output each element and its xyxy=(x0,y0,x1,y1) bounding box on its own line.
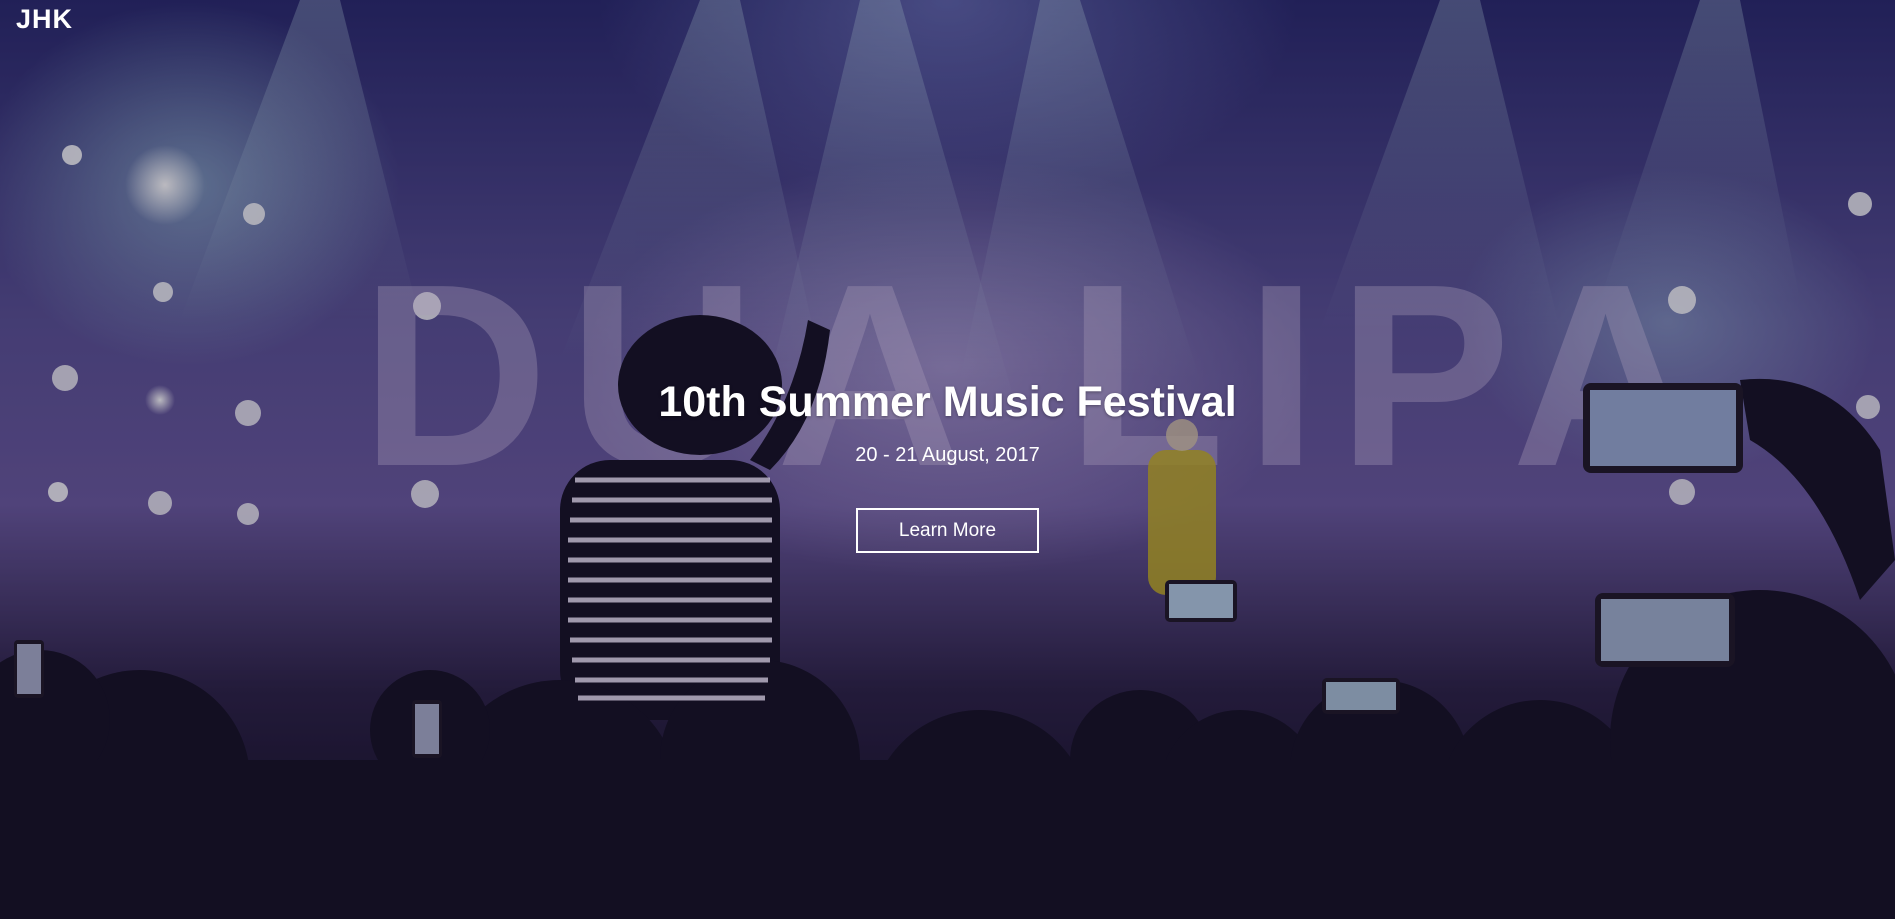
site-logo[interactable]: JHK xyxy=(16,4,73,35)
event-date: 20 - 21 August, 2017 xyxy=(855,444,1040,466)
hero-title: 10th Summer Music Festival xyxy=(658,378,1237,426)
hero-content: 10th Summer Music Festival 20 - 21 Augus… xyxy=(0,374,1895,553)
learn-more-button[interactable]: Learn More xyxy=(856,508,1039,553)
hero-section: DUA LIPA JHK 10th Summer Music Festival … xyxy=(0,0,1895,919)
